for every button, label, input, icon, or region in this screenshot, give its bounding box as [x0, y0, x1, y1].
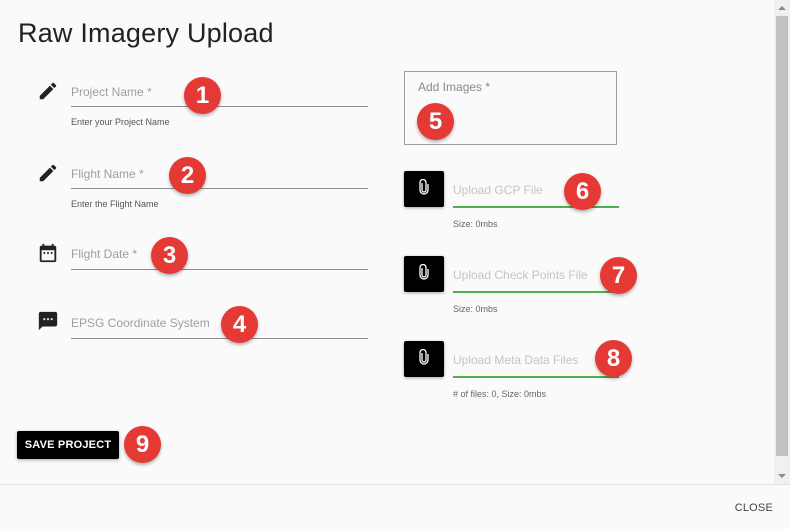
dialog-title: Raw Imagery Upload [18, 18, 274, 48]
paperclip-icon [418, 348, 430, 370]
calendar-icon [37, 242, 59, 264]
project-name-input[interactable] [71, 106, 368, 107]
flight-date-label: Flight Date * [71, 247, 138, 261]
flight-name-hint: Enter the Flight Name [71, 199, 159, 209]
vertical-scrollbar[interactable] [774, 0, 790, 484]
upload-meta-data-input[interactable] [453, 376, 619, 378]
project-name-hint: Enter your Project Name [71, 117, 170, 127]
scroll-down-arrow-icon[interactable] [778, 474, 786, 478]
annotation-badge: 6 [564, 173, 601, 210]
annotation-badge: 3 [151, 237, 188, 274]
annotation-badge: 2 [169, 157, 206, 194]
epsg-field[interactable]: EPSG Coordinate System [37, 310, 377, 340]
pencil-icon [37, 162, 59, 184]
add-images-label: Add Images * [418, 80, 491, 94]
flight-name-input[interactable] [71, 188, 368, 189]
flight-name-label: Flight Name * [71, 167, 144, 181]
upload-check-points-label: Upload Check Points File [453, 268, 588, 282]
flight-name-field[interactable]: Flight Name * Enter the Flight Name [37, 162, 377, 212]
dialog-footer: CLOSE [0, 484, 790, 529]
upload-check-points: Upload Check Points File Size: 0mbs [404, 256, 624, 316]
annotation-badge: 4 [221, 306, 258, 343]
paperclip-icon [418, 178, 430, 200]
dialog-content: Raw Imagery Upload Project Name * Enter … [0, 0, 774, 484]
scroll-up-arrow-icon[interactable] [778, 6, 786, 10]
comment-icon [37, 310, 59, 332]
upload-meta-data-info: # of files: 0, Size: 0mbs [453, 389, 547, 399]
epsg-input[interactable] [71, 338, 368, 339]
project-name-label: Project Name * [71, 85, 152, 99]
upload-check-points-input[interactable] [453, 291, 619, 293]
upload-gcp-input[interactable] [453, 206, 619, 208]
annotation-badge: 1 [184, 77, 221, 114]
scrollbar-thumb[interactable] [776, 16, 788, 456]
upload-meta-data-label: Upload Meta Data Files [453, 353, 579, 367]
annotation-badge: 5 [417, 103, 454, 140]
upload-meta-data-button[interactable] [404, 341, 444, 377]
epsg-label: EPSG Coordinate System [71, 316, 210, 330]
flight-date-input[interactable] [71, 269, 368, 270]
save-project-button[interactable]: SAVE PROJECT [17, 431, 119, 459]
upload-meta-data: Upload Meta Data Files # of files: 0, Si… [404, 341, 624, 401]
paperclip-icon [418, 263, 430, 285]
upload-gcp-label: Upload GCP File [453, 183, 543, 197]
upload-check-points-button[interactable] [404, 256, 444, 292]
annotation-badge: 9 [124, 426, 161, 463]
upload-gcp-button[interactable] [404, 171, 444, 207]
flight-date-field[interactable]: Flight Date * [37, 242, 377, 272]
annotation-badge: 7 [600, 257, 637, 294]
close-button[interactable]: CLOSE [735, 502, 773, 514]
pencil-icon [37, 80, 59, 102]
annotation-badge: 8 [595, 340, 632, 377]
upload-check-points-info: Size: 0mbs [453, 304, 498, 314]
upload-gcp-info: Size: 0mbs [453, 219, 498, 229]
